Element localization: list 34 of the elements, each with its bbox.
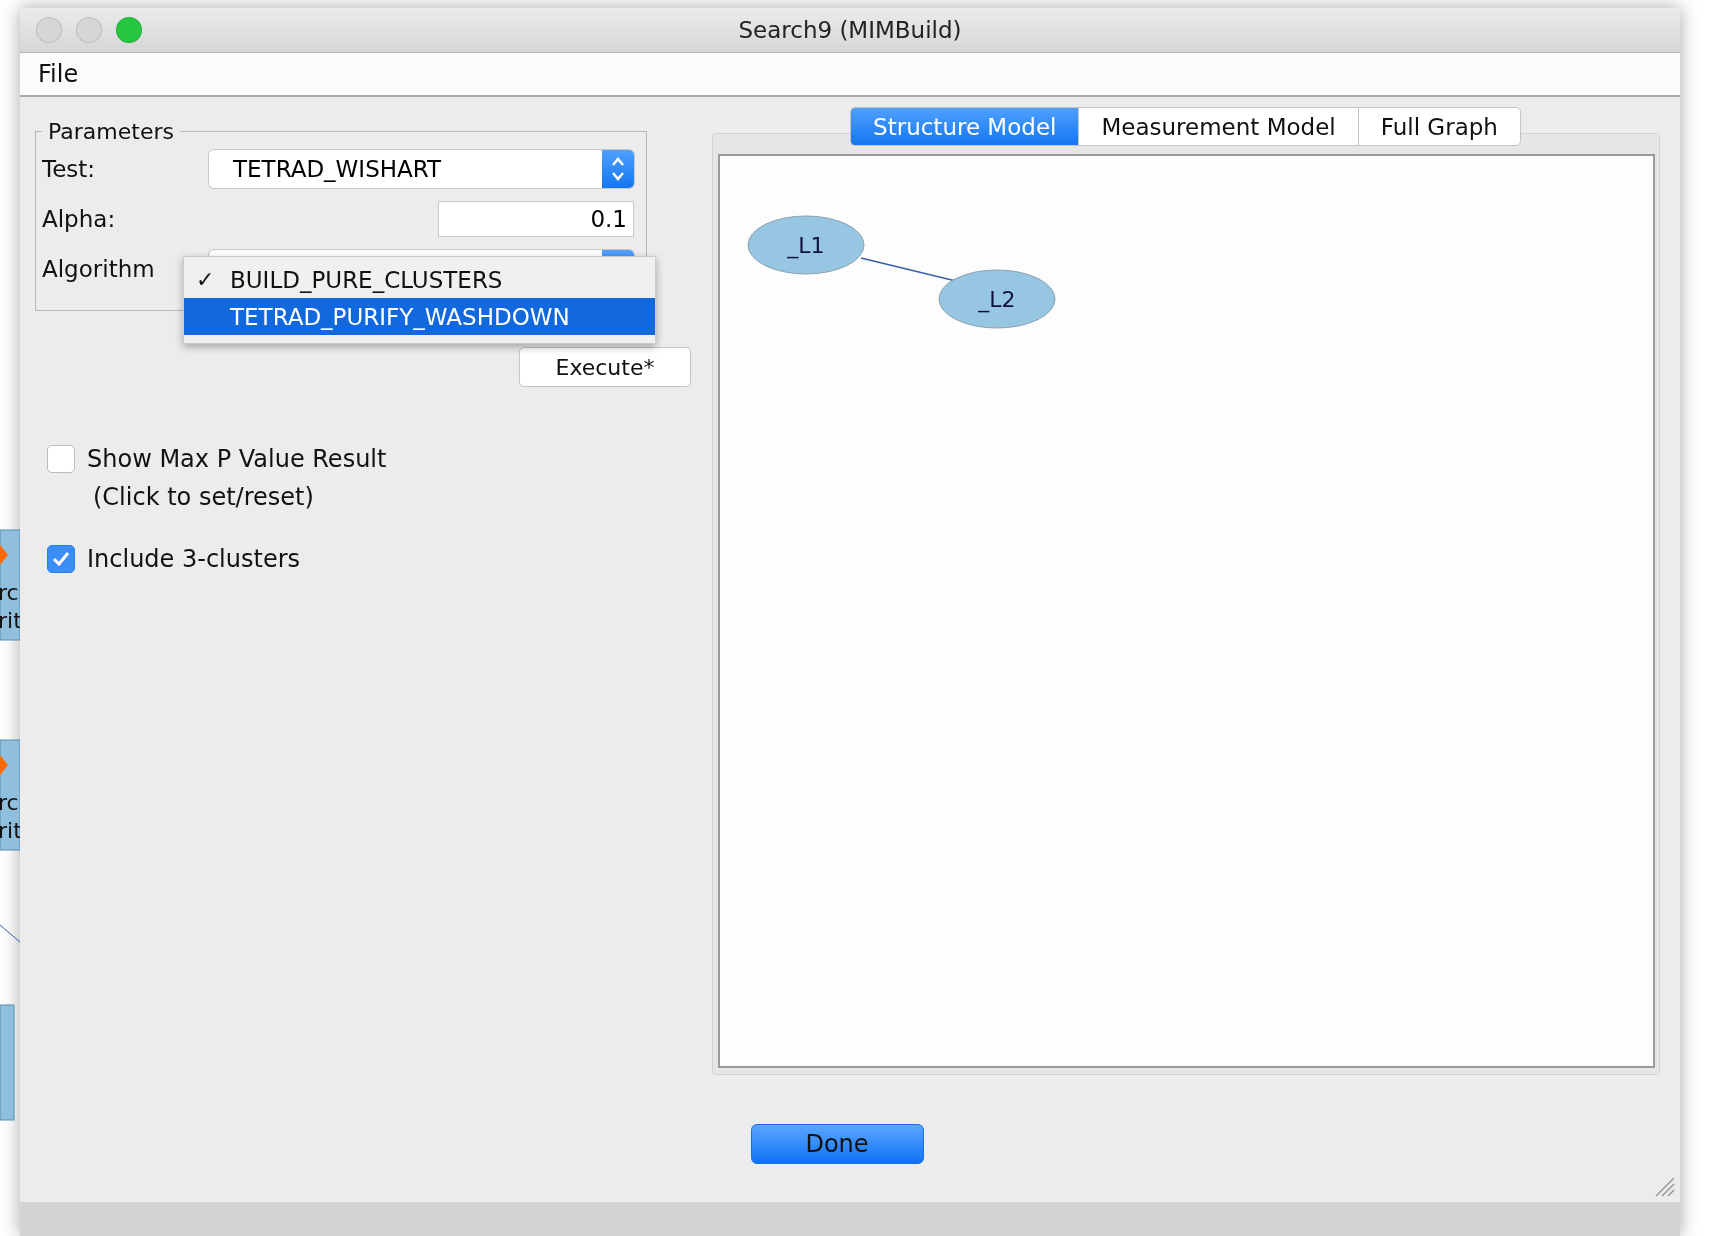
menu-item[interactable]: File [38, 60, 79, 88]
node-label: rc [0, 790, 19, 815]
node-label: _L2 [978, 287, 1016, 312]
graph-node[interactable] [747, 215, 865, 275]
resize-grip-icon [1654, 1176, 1676, 1198]
hint-text: (Click to set/reset) [93, 483, 315, 511]
minimize-button[interactable] [76, 17, 102, 43]
zoom-button[interactable] [116, 17, 142, 43]
done-button[interactable]: Done [750, 1124, 924, 1164]
window-title: Search9 (MIMBuild) [738, 17, 962, 43]
node-label: _L1 [787, 233, 825, 258]
port-icon [0, 755, 8, 775]
menu-option[interactable]: TETRAD_PURIFY_WASHDOWN [184, 298, 655, 335]
group-title: Parameters [47, 119, 175, 144]
graph-node[interactable] [938, 269, 1056, 329]
field-label: Algorithm [42, 256, 155, 282]
test-dropdown[interactable]: TETRAD_WISHART [209, 150, 634, 188]
checkbox-label: Show Max P Value Result [87, 445, 387, 473]
checkbox-label: Include 3-clusters [87, 545, 301, 573]
port-icon [0, 545, 8, 565]
stepper-icon [611, 156, 625, 182]
alpha-field[interactable]: 0.1 [438, 201, 634, 237]
field-label: Test: [42, 156, 96, 182]
field-label: Alpha: [42, 206, 116, 232]
tab[interactable]: Full Graph [1357, 107, 1521, 146]
tab[interactable]: Measurement Model [1078, 107, 1359, 146]
close-button[interactable] [36, 17, 62, 43]
checkbox[interactable] [47, 545, 75, 573]
execute-button[interactable]: Execute* [519, 347, 691, 387]
checkmark-icon: ✓ [196, 267, 215, 292]
node-label: rc [0, 580, 19, 605]
menu-option[interactable]: ✓ BUILD_PURE_CLUSTERS [184, 261, 655, 298]
checkbox[interactable] [47, 445, 75, 473]
checkmark-icon [52, 551, 70, 567]
